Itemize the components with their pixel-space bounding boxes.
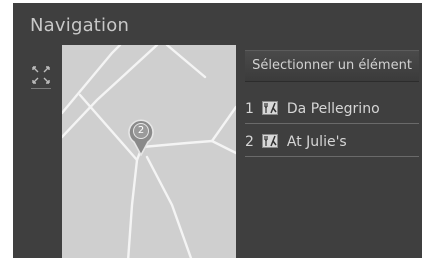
restaurant-icon [262,133,279,148]
restaurant-icon [262,100,279,115]
result-item-1[interactable]: 1 Da Pellegrino [245,96,419,124]
map-view[interactable]: 2 [62,45,236,258]
navigation-screen: Navigation 2 Sélectionner un élément 1 D… [13,3,422,258]
expand-map-button[interactable] [30,64,52,89]
result-name: Da Pellegrino [286,101,380,117]
result-number: 1 [245,101,254,117]
result-number: 2 [245,134,254,150]
expand-icon [32,66,50,84]
pin-label: 2 [137,125,145,136]
result-item-2[interactable]: 2 At Julie's [245,129,419,157]
screen-title: Navigation [30,15,130,36]
result-name: At Julie's [286,134,347,150]
select-item-button[interactable]: Sélectionner un élément [245,50,419,82]
